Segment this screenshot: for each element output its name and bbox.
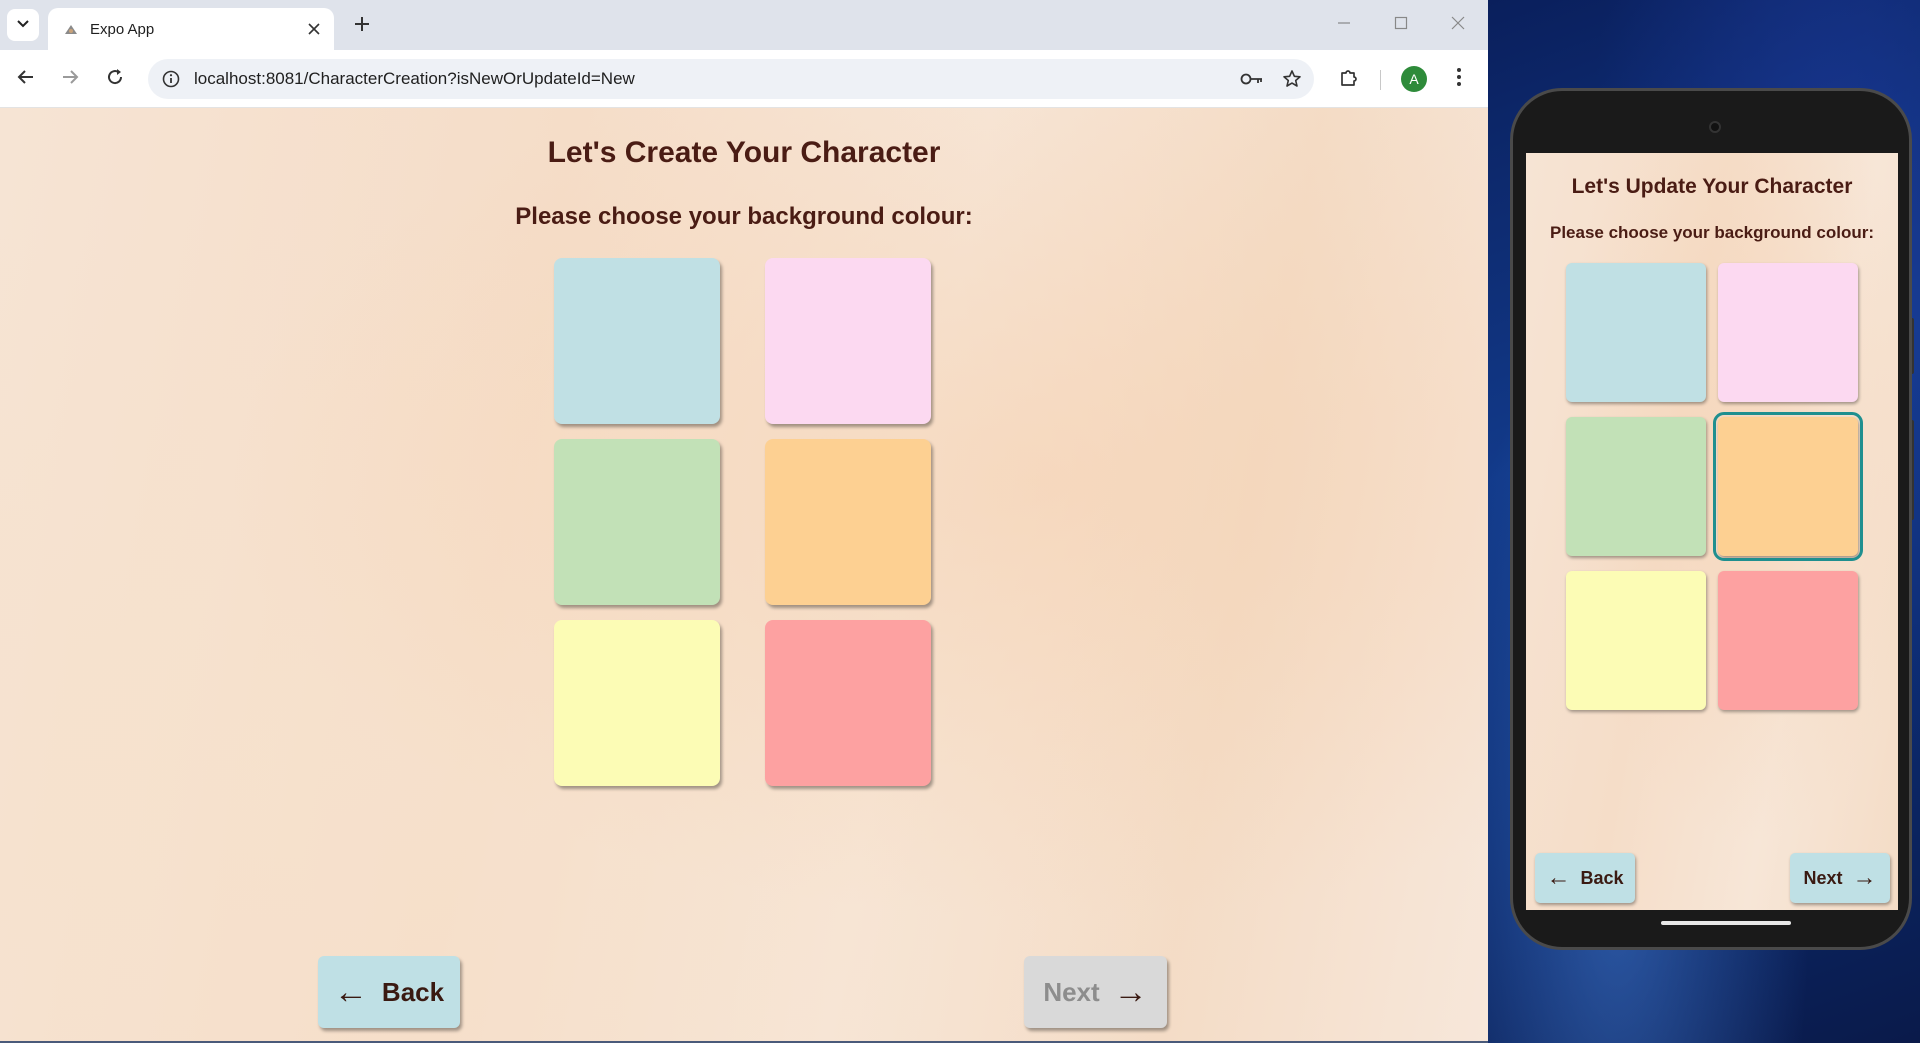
camera-icon: [1709, 121, 1721, 133]
back-nav-button[interactable]: [8, 61, 44, 97]
back-button[interactable]: ← Back: [318, 956, 460, 1028]
tab-search-button[interactable]: [7, 9, 39, 41]
minimize-button[interactable]: [1324, 8, 1364, 42]
address-bar[interactable]: localhost:8081/CharacterCreation?isNewOr…: [148, 59, 1314, 99]
emulator-colour-swatch-grid: [1566, 263, 1866, 713]
colour-swatch-light-pink[interactable]: [765, 258, 931, 424]
colour-swatch-light-blue[interactable]: [554, 258, 720, 424]
kebab-menu-icon: [1456, 67, 1462, 92]
next-button[interactable]: Next →: [1024, 956, 1167, 1028]
info-icon[interactable]: [160, 68, 182, 90]
window-close-button[interactable]: [1438, 8, 1478, 42]
tab-title: Expo App: [90, 20, 155, 38]
page-title: Let's Create Your Character: [547, 136, 941, 169]
browser-window: Expo App localhost:8081/CharacterCreatio…: [0, 0, 1488, 1043]
browser-menu-button[interactable]: [1441, 61, 1477, 97]
maximize-icon: [1394, 16, 1408, 35]
avatar: A: [1401, 66, 1427, 92]
web-page: Let's Create Your Character Please choos…: [0, 108, 1488, 1043]
browser-toolbar: localhost:8081/CharacterCreation?isNewOr…: [0, 50, 1488, 108]
close-icon[interactable]: [300, 15, 328, 43]
url-text[interactable]: localhost:8081/CharacterCreation?isNewOr…: [194, 69, 1234, 89]
colour-swatch-light-red[interactable]: [765, 620, 931, 786]
minimize-icon: [1337, 16, 1351, 35]
arrow-left-icon: [17, 68, 35, 91]
colour-swatch-light-orange[interactable]: [765, 439, 931, 605]
emulator-colour-swatch-light-pink[interactable]: [1718, 263, 1858, 402]
arrow-right-icon: →: [1113, 973, 1148, 1011]
chevron-down-icon: [16, 16, 30, 35]
back-button-label: Back: [381, 976, 445, 1007]
emulator-colour-swatch-light-blue[interactable]: [1566, 263, 1706, 402]
emulator-next-button[interactable]: Next →: [1790, 853, 1890, 903]
colour-swatch-light-green[interactable]: [554, 439, 720, 605]
emulator-page-title: Let's Update Your Character: [1571, 175, 1853, 198]
tab-strip: Expo App: [0, 0, 1488, 50]
emulator-colour-swatch-light-red[interactable]: [1718, 571, 1858, 710]
browser-tab[interactable]: Expo App: [48, 8, 334, 50]
plus-icon: [354, 16, 370, 37]
desktop-wallpaper: Let's Update Your Character Please choos…: [1488, 0, 1920, 1043]
emulator-next-button-label: Next: [1803, 867, 1843, 888]
emulator-screen: Let's Update Your Character Please choos…: [1526, 153, 1898, 910]
maximize-button[interactable]: [1381, 8, 1421, 42]
android-emulator-phone: Let's Update Your Character Please choos…: [1510, 88, 1912, 950]
star-icon[interactable]: [1274, 61, 1310, 97]
emulator-back-button-label: Back: [1580, 867, 1624, 888]
profile-button[interactable]: A: [1396, 61, 1432, 97]
arrow-left-icon: ←: [333, 973, 368, 1011]
colour-swatch-grid: [554, 258, 932, 786]
expo-icon: [62, 20, 80, 38]
toolbar-separator: [1380, 70, 1381, 90]
emulator-colour-swatch-light-orange[interactable]: [1713, 412, 1863, 561]
close-icon: [1451, 16, 1465, 35]
forward-nav-button[interactable]: [52, 61, 88, 97]
emulator-page-subtitle: Please choose your background colour:: [1549, 223, 1875, 242]
home-gesture-bar[interactable]: [1661, 921, 1791, 925]
reload-icon: [106, 68, 124, 91]
emulator-back-button[interactable]: ← Back: [1535, 853, 1635, 903]
extensions-button[interactable]: [1331, 61, 1367, 97]
key-icon[interactable]: [1234, 61, 1270, 97]
reload-button[interactable]: [97, 61, 133, 97]
puzzle-icon: [1339, 67, 1359, 92]
page-subtitle: Please choose your background colour:: [515, 203, 973, 230]
next-button-label: Next: [1043, 976, 1100, 1007]
emulator-colour-swatch-light-yellow[interactable]: [1566, 571, 1706, 710]
arrow-left-icon: ←: [1546, 864, 1571, 891]
emulator-colour-swatch-light-green[interactable]: [1566, 417, 1706, 556]
arrow-right-icon: [61, 68, 79, 91]
colour-swatch-light-yellow[interactable]: [554, 620, 720, 786]
new-tab-button[interactable]: [346, 10, 378, 42]
arrow-right-icon: →: [1852, 864, 1877, 891]
